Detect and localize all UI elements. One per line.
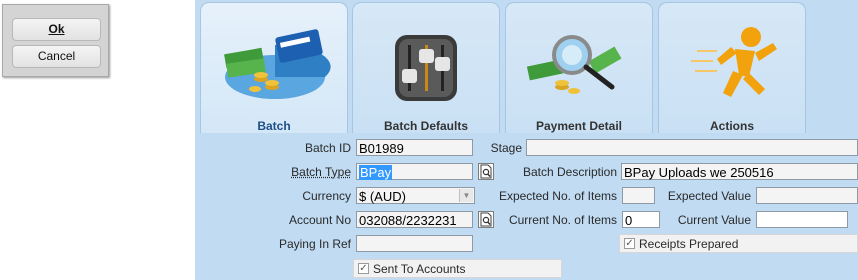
receipts-prepared-label: Receipts Prepared (639, 237, 739, 251)
magnifier-money-icon (526, 35, 622, 94)
receipts-prepared-checkbox[interactable]: ✓ (624, 238, 635, 249)
tab-label: Batch Defaults (383, 119, 469, 133)
ok-button[interactable]: Ok (12, 18, 101, 41)
account-no-field[interactable]: 032088/2232231 (356, 211, 473, 228)
batch-form: Batch ID B01989 Stage Batch Type BPay Ba… (195, 133, 858, 280)
left-panel: Ok Cancel (0, 0, 195, 280)
currency-value: $ (AUD) (359, 189, 406, 204)
sliders-icon (395, 35, 457, 101)
current-items-label: Current No. of Items (508, 213, 617, 227)
chevron-down-icon[interactable]: ▼ (459, 189, 473, 202)
batch-type-field[interactable]: BPay (356, 163, 473, 180)
tab-label: Batch (257, 119, 291, 133)
currency-label: Currency (302, 189, 351, 203)
current-items-field[interactable]: 0 (622, 211, 660, 228)
stage-field[interactable] (526, 139, 858, 156)
lookup-icon (480, 212, 492, 227)
expected-items-label: Expected No. of Items (498, 189, 617, 203)
tab-payment-detail[interactable]: Payment Detail (505, 2, 653, 133)
dialog-button-group: Ok Cancel (2, 4, 109, 77)
tab-batch-defaults[interactable]: Batch Defaults (352, 2, 500, 133)
tab-label: Actions (709, 119, 754, 133)
expected-value-field[interactable] (756, 187, 858, 204)
lookup-icon (480, 164, 492, 179)
tab-actions[interactable]: Actions (658, 2, 806, 133)
main-panel: Batch Batch Defaults Payment Detail Acti… (195, 0, 858, 280)
sent-to-accounts-label: Sent To Accounts (373, 262, 466, 276)
batch-money-card-icon (224, 29, 331, 99)
batch-description-field[interactable]: BPay Uploads we 250516 (621, 163, 858, 180)
batch-type-value: BPay (359, 165, 393, 180)
batch-type-lookup-button[interactable] (478, 163, 494, 180)
expected-value-label: Expected Value (667, 189, 751, 203)
expected-items-field[interactable] (622, 187, 655, 204)
tab-label: Payment Detail (535, 119, 623, 133)
account-no-label: Account No (288, 213, 351, 227)
sent-to-accounts-row[interactable]: ✓ Sent To Accounts (353, 259, 562, 278)
paying-in-ref-label: Paying In Ref (278, 237, 351, 251)
stage-label: Stage (490, 141, 522, 155)
current-value-label: Current Value (677, 213, 751, 227)
currency-select[interactable]: $ (AUD) ▼ (356, 187, 475, 204)
cancel-button[interactable]: Cancel (12, 45, 101, 68)
running-man-icon (691, 27, 777, 97)
batch-id-field[interactable]: B01989 (356, 139, 473, 156)
tab-batch[interactable]: Batch (200, 2, 348, 133)
batch-description-label: Batch Description (522, 165, 617, 179)
sent-to-accounts-checkbox[interactable]: ✓ (358, 263, 369, 274)
current-value-field[interactable] (756, 211, 848, 228)
account-lookup-button[interactable] (478, 211, 494, 228)
batch-type-label[interactable]: Batch Type (275, 165, 351, 179)
receipts-prepared-row[interactable]: ✓ Receipts Prepared (619, 234, 858, 253)
batch-id-label: Batch ID (304, 141, 351, 155)
paying-in-ref-field[interactable] (356, 235, 473, 252)
